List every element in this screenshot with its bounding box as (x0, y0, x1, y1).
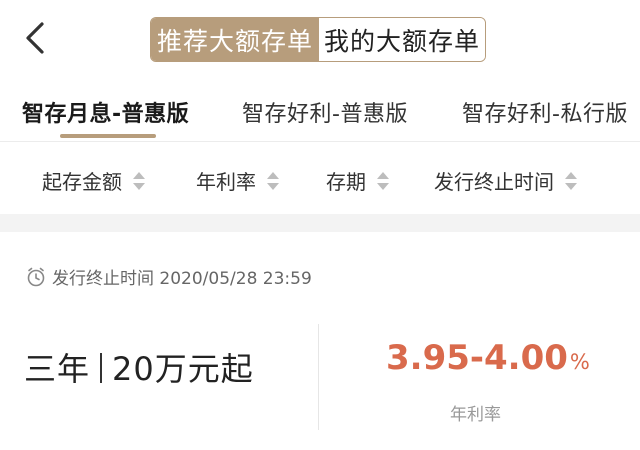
rate-range: 3.95-4.00 (386, 338, 568, 378)
filter-min-amount[interactable]: 起存金额 (42, 166, 146, 195)
term-and-min-amount: 三年 20万元起 (24, 344, 254, 390)
filter-label: 存期 (326, 170, 366, 194)
filter-label: 年利率 (196, 170, 256, 194)
active-tab-indicator (60, 134, 156, 138)
filter-term[interactable]: 存期 (326, 166, 390, 195)
clock-icon (27, 267, 45, 286)
filter-label: 发行终止时间 (434, 170, 554, 194)
min-amount-text: 20万元起 (112, 350, 254, 388)
tab-good-interest-inclusive[interactable]: 智存好利-普惠版 (242, 96, 408, 128)
vertical-divider (318, 324, 319, 430)
term-text: 三年 (24, 350, 91, 388)
annual-rate-label: 年利率 (450, 405, 501, 425)
sort-icon (267, 171, 279, 190)
segment-my-deposits[interactable]: 我的大额存单 (319, 18, 485, 61)
filter-annual-rate[interactable]: 年利率 (196, 166, 280, 195)
sort-icon (377, 171, 389, 190)
segment-control: 推荐大额存单 我的大额存单 (150, 17, 486, 62)
sort-icon (133, 171, 145, 190)
tab-monthly-interest-inclusive[interactable]: 智存月息-普惠版 (22, 96, 189, 128)
annual-rate-value: 3.95-4.00% (386, 338, 590, 378)
deadline-text: 发行终止时间 2020/05/28 23:59 (52, 269, 312, 289)
filter-bar: 起存金额 年利率 存期 发行终止时间 (0, 142, 640, 214)
tab-good-interest-private[interactable]: 智存好利-私行版 (462, 96, 628, 128)
section-gap (0, 214, 640, 232)
segment-recommended[interactable]: 推荐大额存单 (151, 18, 319, 61)
product-card[interactable]: 发行终止时间 2020/05/28 23:59 三年 20万元起 3.95-4.0… (0, 232, 640, 450)
issue-deadline: 发行终止时间 2020/05/28 23:59 (26, 264, 312, 289)
header-bar: 推荐大额存单 我的大额存单 (0, 0, 640, 78)
filter-issue-end-time[interactable]: 发行终止时间 (434, 166, 578, 195)
rate-unit: % (569, 350, 590, 374)
product-tabs: 智存月息-普惠版 智存好利-普惠版 智存好利-私行版 (0, 78, 640, 142)
sort-icon (565, 171, 577, 190)
chevron-left-icon[interactable] (18, 18, 52, 58)
filter-label: 起存金额 (42, 170, 122, 194)
separator (100, 353, 103, 383)
